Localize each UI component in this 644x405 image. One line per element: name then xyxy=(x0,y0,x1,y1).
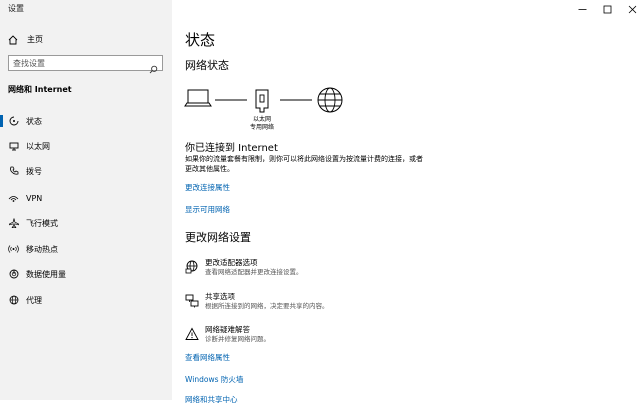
search-input[interactable] xyxy=(9,58,145,68)
sidebar-item-dialup[interactable]: 拨号 xyxy=(0,161,172,181)
minimize-button[interactable] xyxy=(568,0,596,18)
option-title: 共享选项 xyxy=(205,292,235,301)
window-title: 设置 xyxy=(8,4,24,13)
page-title: 状态 xyxy=(185,31,216,49)
sidebar-item-label: 数据使用量 xyxy=(26,269,66,279)
connection-status-title: 你已连接到 Internet xyxy=(185,143,278,154)
option-title: 更改适配器选项 xyxy=(205,258,258,267)
main-content: 状态 网络状态 以太网 专用网络 你已连接到 Internet 如果你的流量套餐 xyxy=(172,0,644,404)
connection-status-description: 如果你的流量套餐有限制，则你可以将此网络设置为按流量计费的连接，或者更改其他属性… xyxy=(185,155,423,173)
data-usage-icon xyxy=(8,269,19,280)
sidebar-item-label: 状态 xyxy=(26,116,42,126)
warning-icon xyxy=(185,326,199,340)
sidebar-item-vpn[interactable]: VPN xyxy=(0,188,172,208)
windows-firewall-link[interactable]: Windows 防火墙 xyxy=(185,374,243,385)
network-status-heading: 网络状态 xyxy=(185,59,229,72)
network-troubleshooter[interactable]: 网络疑难解答 诊断并修复网络问题。 xyxy=(185,325,270,344)
sidebar-item-ethernet[interactable]: 以太网 xyxy=(0,136,172,156)
sidebar-item-hotspot[interactable]: 移动热点 xyxy=(0,239,172,259)
option-title: 网络疑难解答 xyxy=(205,325,250,334)
ethernet-icon xyxy=(8,141,19,152)
option-description: 诊断并修复网络问题。 xyxy=(205,335,270,343)
sidebar-home[interactable]: 主页 xyxy=(8,32,43,46)
sidebar-item-status[interactable]: 状态 xyxy=(0,111,172,131)
option-description: 查看网络适配器并更改连接设置。 xyxy=(205,268,303,276)
show-available-networks-link[interactable]: 显示可用网络 xyxy=(185,204,230,215)
maximize-button[interactable] xyxy=(593,0,621,18)
option-description: 根据所连接到的网络，决定要共享的内容。 xyxy=(205,302,329,310)
ethernet-adapter-icon xyxy=(255,89,269,113)
sharing-icon xyxy=(185,293,199,308)
change-adapter-options[interactable]: 更改适配器选项 查看网络适配器并更改连接设置。 xyxy=(185,258,303,277)
sidebar-item-label: 代理 xyxy=(26,295,42,305)
sidebar-item-data-usage[interactable]: 数据使用量 xyxy=(0,264,172,284)
globe-icon xyxy=(8,295,19,306)
home-icon xyxy=(8,30,18,49)
sidebar-item-proxy[interactable]: 代理 xyxy=(0,290,172,310)
sidebar-item-label: 拨号 xyxy=(26,166,42,176)
sidebar-item-label: VPN xyxy=(26,193,43,203)
home-status-icon xyxy=(8,116,19,127)
laptop-icon xyxy=(184,89,212,107)
change-network-settings-heading: 更改网络设置 xyxy=(185,231,251,244)
network-diagram: 以太网 专用网络 xyxy=(184,85,354,139)
view-network-properties-link[interactable]: 查看网络属性 xyxy=(185,352,230,363)
sidebar-item-label: 移动热点 xyxy=(26,244,58,254)
hotspot-icon xyxy=(8,244,19,255)
dialup-icon xyxy=(8,166,19,177)
home-label: 主页 xyxy=(27,34,43,44)
sidebar-item-airplane[interactable]: 飞行模式 xyxy=(0,213,172,233)
sharing-options[interactable]: 共享选项 根据所连接到的网络，决定要共享的内容。 xyxy=(185,292,329,311)
sidebar: 设置 主页 网络和 Internet 状态 以太网 拨号 VPN xyxy=(0,0,172,400)
internet-globe-icon xyxy=(317,87,343,113)
airplane-icon xyxy=(8,218,19,229)
sidebar-item-label: 以太网 xyxy=(26,141,50,151)
sidebar-item-label: 飞行模式 xyxy=(26,218,58,228)
sidebar-section-title: 网络和 Internet xyxy=(8,85,72,94)
adapter-globe-icon xyxy=(185,259,199,274)
search-icon[interactable] xyxy=(149,59,158,78)
change-connection-properties-link[interactable]: 更改连接属性 xyxy=(185,182,230,193)
close-button[interactable] xyxy=(618,0,644,18)
search-box[interactable] xyxy=(8,55,163,74)
vpn-icon xyxy=(8,193,19,204)
adapter-network-type: 专用网络 xyxy=(249,124,274,131)
